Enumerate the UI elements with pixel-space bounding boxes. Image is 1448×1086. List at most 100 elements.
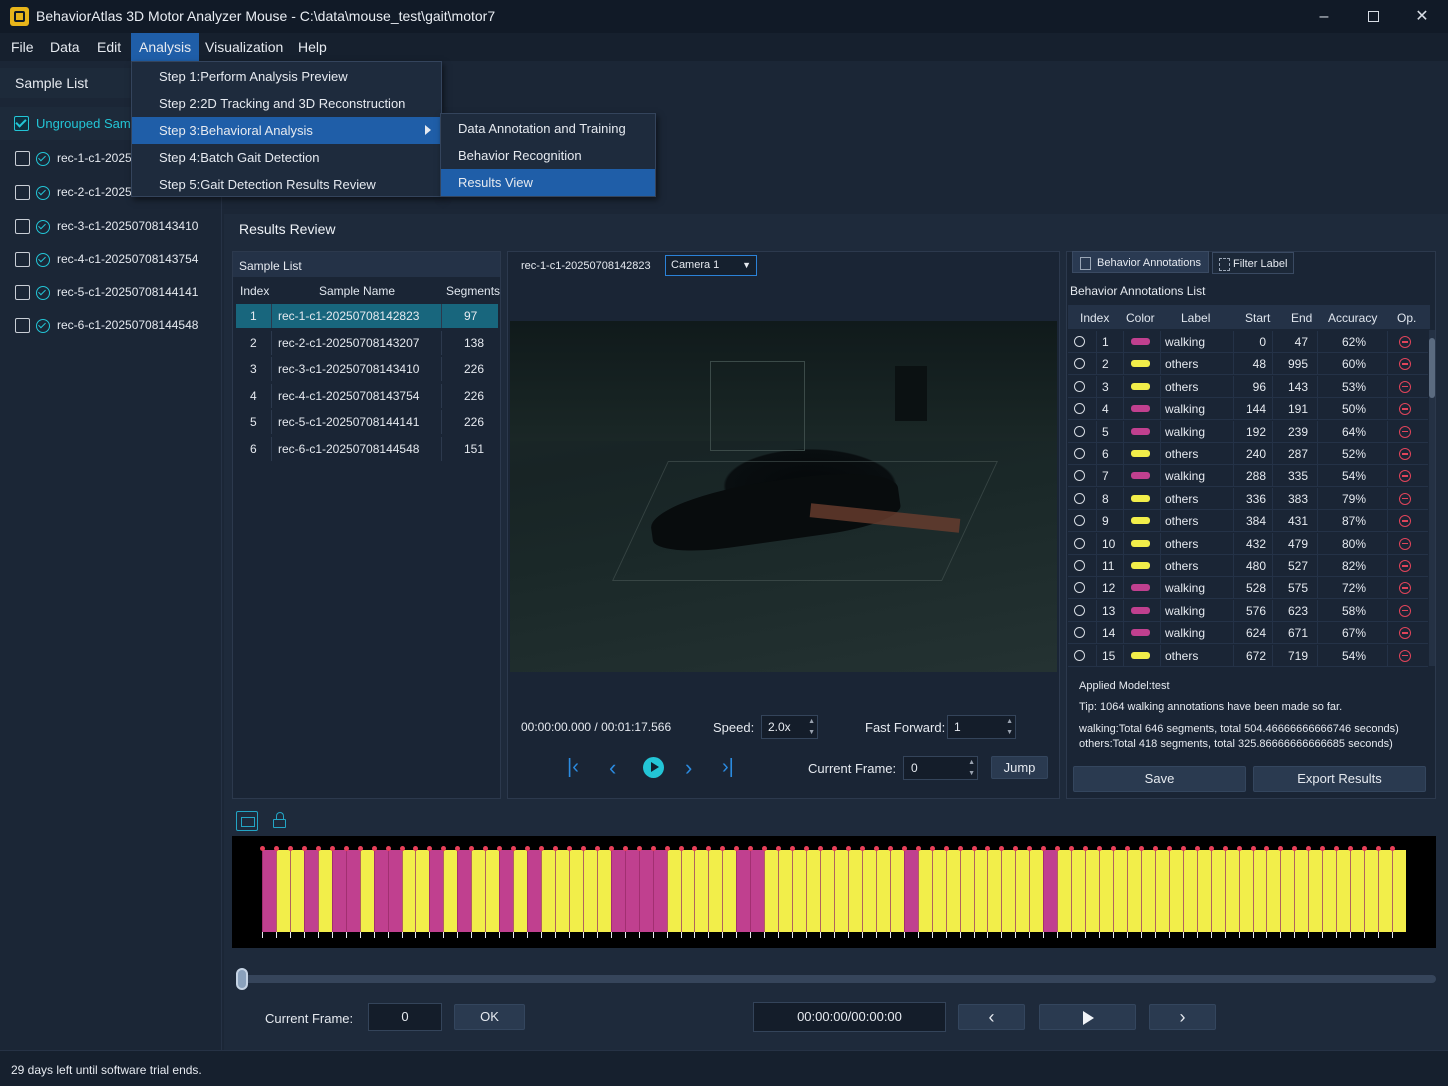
jump-button[interactable]: Jump bbox=[991, 756, 1048, 779]
delete-icon[interactable] bbox=[1399, 425, 1411, 438]
annotations-scrollbar[interactable] bbox=[1429, 330, 1435, 666]
fast-forward-input[interactable]: 1 ▲ ▼ bbox=[947, 715, 1016, 739]
timeline-current-frame-input[interactable]: 0 bbox=[368, 1003, 442, 1031]
timeline-next-button[interactable]: › bbox=[1149, 1004, 1216, 1030]
row-radio[interactable] bbox=[1074, 448, 1085, 459]
row-radio[interactable] bbox=[1074, 380, 1085, 392]
tab-filter-label[interactable]: Filter Label bbox=[1212, 252, 1294, 274]
row-radio[interactable] bbox=[1074, 649, 1085, 661]
ok-button[interactable]: OK bbox=[454, 1004, 525, 1030]
export-results-button[interactable]: Export Results bbox=[1253, 766, 1426, 792]
row-radio[interactable] bbox=[1074, 537, 1085, 549]
spin-arrows-icon[interactable]: ▲ ▼ bbox=[968, 757, 975, 779]
analysis-menu-item[interactable]: Step 1:Perform Analysis Preview bbox=[132, 63, 441, 90]
analysis-menu-item[interactable]: Step 4:Batch Gait Detection bbox=[132, 144, 441, 171]
skip-last-icon[interactable]: ›| bbox=[722, 756, 734, 779]
analysis-menu-item[interactable]: Step 3:Behavioral Analysis bbox=[132, 117, 441, 144]
menu-data[interactable]: Data bbox=[42, 33, 88, 61]
timeline-play-button[interactable] bbox=[1039, 1004, 1136, 1030]
annotation-row[interactable]: 3 others 96 143 53% bbox=[1068, 375, 1428, 398]
sample-checkbox[interactable] bbox=[15, 151, 30, 167]
delete-icon[interactable] bbox=[1399, 537, 1411, 550]
delete-icon[interactable] bbox=[1399, 627, 1411, 640]
delete-icon[interactable] bbox=[1399, 560, 1411, 572]
sample-checkbox[interactable] bbox=[15, 185, 30, 201]
row-radio[interactable] bbox=[1074, 358, 1085, 370]
row-radio[interactable] bbox=[1074, 604, 1085, 616]
annotation-row[interactable]: 14 walking 624 671 67% bbox=[1068, 622, 1428, 645]
row-radio[interactable] bbox=[1074, 515, 1085, 527]
delete-icon[interactable] bbox=[1399, 604, 1411, 617]
sidebar-item[interactable]: rec-4-c1-20250708143754 bbox=[0, 243, 222, 276]
table-row[interactable]: 5 rec-5-c1-20250708144141 226 bbox=[236, 410, 498, 435]
row-radio[interactable] bbox=[1074, 425, 1085, 437]
annotation-row[interactable]: 7 walking 288 335 54% bbox=[1068, 465, 1428, 488]
submenu-item[interactable]: Data Annotation and Training bbox=[441, 115, 655, 142]
menu-visualization[interactable]: Visualization bbox=[197, 33, 291, 61]
row-radio[interactable] bbox=[1074, 492, 1085, 504]
lock-icon[interactable] bbox=[273, 812, 287, 830]
table-row[interactable]: 3 rec-3-c1-20250708143410 226 bbox=[236, 357, 498, 382]
menu-edit[interactable]: Edit bbox=[89, 33, 129, 61]
group-checkbox[interactable] bbox=[14, 116, 29, 132]
annotation-row[interactable]: 13 walking 576 623 58% bbox=[1068, 599, 1428, 622]
timeline-prev-button[interactable]: ‹ bbox=[958, 1004, 1025, 1030]
sidebar-item[interactable]: rec-6-c1-20250708144548 bbox=[0, 309, 222, 342]
play-button[interactable] bbox=[643, 757, 664, 778]
spin-arrows-icon[interactable]: ▲ ▼ bbox=[808, 716, 815, 738]
row-radio[interactable] bbox=[1074, 560, 1085, 571]
annotation-row[interactable]: 9 others 384 431 87% bbox=[1068, 510, 1428, 533]
menu-analysis[interactable]: Analysis bbox=[131, 33, 200, 61]
save-button[interactable]: Save bbox=[1073, 766, 1246, 792]
table-row[interactable]: 4 rec-4-c1-20250708143754 226 bbox=[236, 383, 498, 408]
table-row[interactable]: 6 rec-6-c1-20250708144548 151 bbox=[236, 437, 498, 461]
sidebar-item[interactable]: rec-3-c1-20250708143410 bbox=[0, 210, 222, 243]
close-icon[interactable]: ✕ bbox=[1399, 0, 1445, 33]
submenu-item[interactable]: Behavior Recognition bbox=[441, 142, 655, 169]
skip-first-icon[interactable]: |‹ bbox=[567, 756, 579, 779]
annotation-row[interactable]: 11 others 480 527 82% bbox=[1068, 555, 1428, 577]
analysis-menu-item[interactable]: Step 2:2D Tracking and 3D Reconstruction bbox=[132, 90, 441, 117]
annotation-row[interactable]: 1 walking 0 47 62% bbox=[1068, 331, 1428, 353]
timeline-view-icon[interactable] bbox=[236, 811, 258, 831]
annotation-row[interactable]: 10 others 432 479 80% bbox=[1068, 532, 1428, 555]
annotation-row[interactable]: 6 others 240 287 52% bbox=[1068, 443, 1428, 465]
delete-icon[interactable] bbox=[1399, 649, 1411, 662]
delete-icon[interactable] bbox=[1399, 403, 1411, 416]
row-radio[interactable] bbox=[1074, 336, 1085, 347]
behavior-timeline[interactable] bbox=[232, 836, 1436, 948]
timeline-slider-handle[interactable] bbox=[236, 968, 248, 990]
annotation-row[interactable]: 8 others 336 383 79% bbox=[1068, 487, 1428, 510]
scrollbar-thumb[interactable] bbox=[1429, 338, 1435, 398]
delete-icon[interactable] bbox=[1399, 492, 1411, 505]
row-radio[interactable] bbox=[1074, 403, 1085, 415]
speed-input[interactable]: 2.0x ▲ ▼ bbox=[761, 715, 818, 739]
prev-frame-icon[interactable]: ‹ bbox=[609, 755, 616, 781]
sample-checkbox[interactable] bbox=[15, 252, 30, 268]
delete-icon[interactable] bbox=[1399, 380, 1411, 393]
analysis-menu-item[interactable]: Step 5:Gait Detection Results Review bbox=[132, 171, 441, 198]
current-frame-input[interactable]: 0 ▲ ▼ bbox=[903, 756, 978, 780]
video-frame[interactable] bbox=[510, 321, 1057, 672]
delete-icon[interactable] bbox=[1399, 336, 1411, 348]
table-row[interactable]: 2 rec-2-c1-20250708143207 138 bbox=[236, 330, 498, 355]
annotation-row[interactable]: 12 walking 528 575 72% bbox=[1068, 577, 1428, 600]
submenu-item[interactable]: Results View bbox=[441, 169, 655, 196]
restore-icon[interactable] bbox=[1350, 0, 1396, 33]
timeline-slider-track[interactable] bbox=[236, 975, 1436, 983]
sidebar-item[interactable]: rec-5-c1-20250708144141 bbox=[0, 276, 222, 309]
sample-checkbox[interactable] bbox=[15, 219, 30, 235]
sample-checkbox[interactable] bbox=[15, 318, 30, 334]
row-radio[interactable] bbox=[1074, 582, 1085, 594]
annotation-row[interactable]: 15 others 672 719 54% bbox=[1068, 644, 1428, 667]
camera-select[interactable]: Camera 1 ▼ bbox=[665, 255, 757, 276]
menu-help[interactable]: Help bbox=[290, 33, 335, 61]
delete-icon[interactable] bbox=[1399, 582, 1411, 595]
menu-file[interactable]: File bbox=[3, 33, 42, 61]
delete-icon[interactable] bbox=[1399, 470, 1411, 483]
table-row[interactable]: 1 rec-1-c1-20250708142823 97 bbox=[236, 304, 498, 328]
annotation-row[interactable]: 4 walking 144 191 50% bbox=[1068, 398, 1428, 421]
spin-arrows-icon[interactable]: ▲ ▼ bbox=[1006, 716, 1013, 738]
row-radio[interactable] bbox=[1074, 470, 1085, 482]
sample-checkbox[interactable] bbox=[15, 285, 30, 301]
